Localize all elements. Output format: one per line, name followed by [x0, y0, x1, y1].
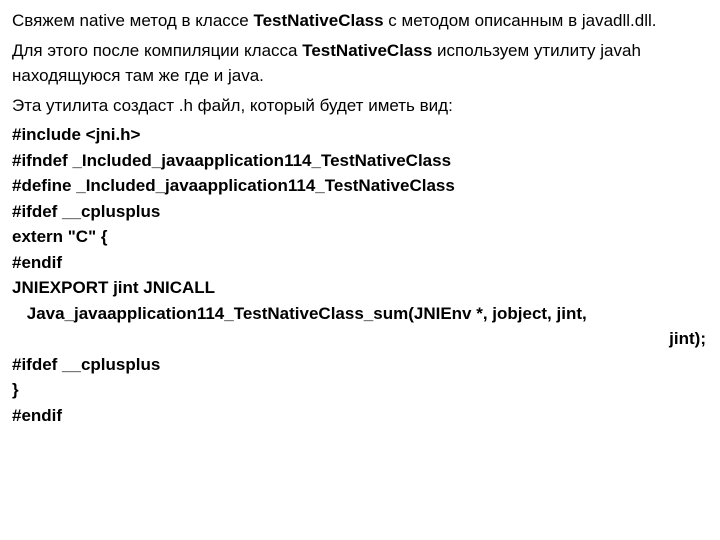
code-jniexport: JNIEXPORT jint JNICALL	[12, 275, 708, 301]
class-name: TestNativeClass	[253, 11, 383, 30]
paragraph-1: Свяжем native метод в классе TestNativeC…	[12, 8, 708, 34]
code-ifdef-cpp-1: #ifdef __cplusplus	[12, 199, 708, 225]
text: Для этого после компиляции класса	[12, 41, 302, 60]
code-define: #define _Included_javaapplication114_Tes…	[12, 173, 708, 199]
text: Свяжем native метод в классе	[12, 11, 253, 30]
code-close-brace: }	[12, 377, 708, 403]
code-endif-2: #endif	[12, 403, 708, 429]
class-name: TestNativeClass	[302, 41, 432, 60]
code-ifdef-cpp-2: #ifdef __cplusplus	[12, 352, 708, 378]
code-function-sig: Java_javaapplication114_TestNativeClass_…	[12, 301, 708, 327]
paragraph-2: Для этого после компиляции класса TestNa…	[12, 38, 708, 89]
code-function-sig-cont: jint);	[12, 326, 708, 352]
code-endif-1: #endif	[12, 250, 708, 276]
code-ifndef: #ifndef _Included_javaapplication114_Tes…	[12, 148, 708, 174]
code-extern-c: extern "C" {	[12, 224, 708, 250]
code-include: #include <jni.h>	[12, 122, 708, 148]
paragraph-3: Эта утилита создаст .h файл, который буд…	[12, 93, 708, 119]
text: с методом описанным в javadll.dll.	[384, 11, 657, 30]
